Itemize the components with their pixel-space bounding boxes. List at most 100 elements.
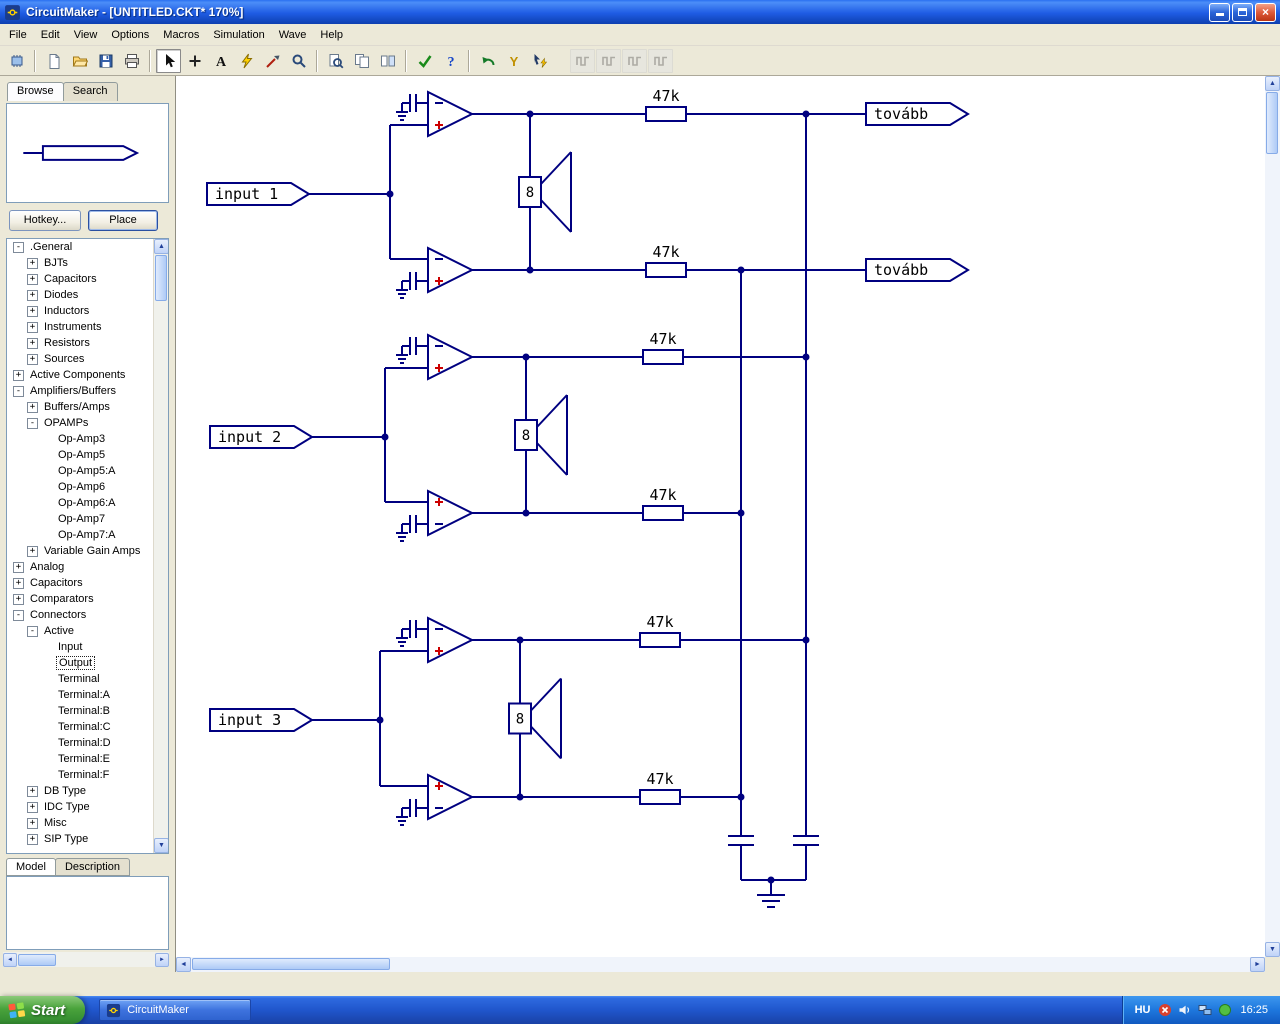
expand-icon[interactable]: + bbox=[13, 369, 24, 381]
save-file-button[interactable] bbox=[93, 49, 118, 73]
tree-item-amplifiers-buffers[interactable]: - Amplifiers/Buffers bbox=[7, 383, 153, 399]
scrollbar-thumb[interactable] bbox=[1266, 92, 1278, 154]
resistor[interactable] bbox=[642, 505, 684, 521]
hotkey-button[interactable]: Hotkey... bbox=[9, 210, 81, 231]
model-scrollbar[interactable]: ◄ ► bbox=[3, 952, 169, 967]
run-simulation-button[interactable] bbox=[234, 49, 259, 73]
scroll-up-arrow[interactable]: ▲ bbox=[1265, 76, 1280, 91]
speaker-cone[interactable] bbox=[530, 677, 562, 712]
tree-item-op-amp6-a[interactable]: Op-Amp6:A bbox=[7, 495, 153, 511]
tree-item-terminal[interactable]: Terminal bbox=[7, 671, 153, 687]
collapse-icon[interactable]: - bbox=[13, 241, 24, 253]
tree-item-buffers-amps[interactable]: + Buffers/Amps bbox=[7, 399, 153, 415]
opamp[interactable] bbox=[427, 90, 475, 138]
expand-icon[interactable]: + bbox=[27, 401, 38, 413]
menu-view[interactable]: View bbox=[67, 25, 105, 45]
menu-help[interactable]: Help bbox=[313, 25, 350, 45]
expand-icon[interactable]: + bbox=[27, 273, 38, 285]
tree-item-sip-type[interactable]: + SIP Type bbox=[7, 831, 153, 847]
menu-macros[interactable]: Macros bbox=[156, 25, 206, 45]
scroll-right-arrow[interactable]: ► bbox=[1250, 957, 1265, 972]
tree-item-diodes[interactable]: + Diodes bbox=[7, 287, 153, 303]
tree-item-op-amp5-a[interactable]: Op-Amp5:A bbox=[7, 463, 153, 479]
expand-icon[interactable]: + bbox=[27, 321, 38, 333]
undo-button[interactable] bbox=[475, 49, 500, 73]
tree-item-capacitors[interactable]: + Capacitors bbox=[7, 575, 153, 591]
wire-tool-button[interactable] bbox=[182, 49, 207, 73]
auto-wire-button[interactable] bbox=[527, 49, 552, 73]
zoom-page-button[interactable] bbox=[323, 49, 348, 73]
security-icon[interactable] bbox=[1158, 1003, 1172, 1017]
scroll-down-arrow[interactable]: ▼ bbox=[154, 838, 168, 853]
tree-item-op-amp7-a[interactable]: Op-Amp7:A bbox=[7, 527, 153, 543]
canvas-horizontal-scrollbar[interactable]: ◄ ► bbox=[176, 957, 1265, 972]
tree-item-analog[interactable]: + Analog bbox=[7, 559, 153, 575]
opamp[interactable] bbox=[427, 773, 475, 821]
tree-item-idc-type[interactable]: + IDC Type bbox=[7, 799, 153, 815]
tab-model[interactable]: Model bbox=[6, 858, 56, 876]
opamp[interactable] bbox=[427, 489, 475, 537]
start-button[interactable]: Start bbox=[0, 996, 86, 1024]
speaker-cone[interactable] bbox=[536, 394, 568, 428]
select-tool-button[interactable] bbox=[156, 48, 181, 73]
expand-icon[interactable]: + bbox=[27, 785, 38, 797]
expand-icon[interactable]: + bbox=[27, 305, 38, 317]
expand-icon[interactable]: + bbox=[27, 353, 38, 365]
scroll-left-arrow[interactable]: ◄ bbox=[176, 957, 191, 972]
scrollbar-thumb[interactable] bbox=[155, 255, 167, 301]
split-view-button[interactable] bbox=[375, 49, 400, 73]
menu-wave[interactable]: Wave bbox=[272, 25, 314, 45]
tree-item-capacitors[interactable]: + Capacitors bbox=[7, 271, 153, 287]
tree-item-misc[interactable]: + Misc bbox=[7, 815, 153, 831]
opamp[interactable] bbox=[427, 246, 475, 294]
tree-item-connectors[interactable]: - Connectors bbox=[7, 607, 153, 623]
menu-options[interactable]: Options bbox=[104, 25, 156, 45]
expand-icon[interactable]: + bbox=[27, 545, 38, 557]
tree-item-db-type[interactable]: + DB Type bbox=[7, 783, 153, 799]
tree-item-terminal-b[interactable]: Terminal:B bbox=[7, 703, 153, 719]
tree-item-input[interactable]: Input bbox=[7, 639, 153, 655]
volume-icon[interactable] bbox=[1178, 1003, 1192, 1017]
tree-item-comparators[interactable]: + Comparators bbox=[7, 591, 153, 607]
collapse-icon[interactable]: - bbox=[27, 625, 38, 637]
language-indicator[interactable]: HU bbox=[1135, 1004, 1151, 1016]
tree-scrollbar[interactable]: ▲ ▼ bbox=[153, 239, 168, 853]
collapse-icon[interactable]: - bbox=[27, 417, 38, 429]
tab-search[interactable]: Search bbox=[62, 82, 118, 101]
expand-icon[interactable]: + bbox=[13, 561, 24, 573]
tab-description[interactable]: Description bbox=[54, 858, 130, 876]
tree-item-variable-gain-amps[interactable]: + Variable Gain Amps bbox=[7, 543, 153, 559]
speaker-cone[interactable] bbox=[536, 442, 568, 476]
waveform-probe-button[interactable]: Y bbox=[501, 49, 526, 73]
design-check-button[interactable] bbox=[412, 49, 437, 73]
expand-icon[interactable]: + bbox=[27, 817, 38, 829]
status-icon[interactable] bbox=[1218, 1003, 1232, 1017]
minimize-button[interactable] bbox=[1209, 2, 1230, 22]
resistor[interactable] bbox=[639, 789, 681, 805]
tree-item-op-amp5[interactable]: Op-Amp5 bbox=[7, 447, 153, 463]
tree-item-instruments[interactable]: + Instruments bbox=[7, 319, 153, 335]
speaker-cone[interactable] bbox=[540, 199, 572, 233]
schematic-drawing[interactable]: 47k 47k 8 input 1 47k 47k 8 input 2 47k 47k 8 input… bbox=[176, 76, 1265, 957]
canvas-vertical-scrollbar[interactable]: ▲ ▼ bbox=[1265, 76, 1280, 957]
speaker-cone[interactable] bbox=[530, 725, 562, 760]
help-button[interactable]: ? bbox=[438, 49, 463, 73]
tree-item-opamps[interactable]: - OPAMPs bbox=[7, 415, 153, 431]
expand-icon[interactable]: + bbox=[13, 593, 24, 605]
open-file-button[interactable] bbox=[67, 49, 92, 73]
print-button[interactable] bbox=[119, 49, 144, 73]
tree-item-terminal-a[interactable]: Terminal:A bbox=[7, 687, 153, 703]
expand-icon[interactable]: + bbox=[13, 577, 24, 589]
menu-edit[interactable]: Edit bbox=[34, 25, 67, 45]
tree-item-terminal-f[interactable]: Terminal:F bbox=[7, 767, 153, 783]
resistor[interactable] bbox=[639, 632, 681, 648]
network-icon[interactable] bbox=[1198, 1003, 1212, 1017]
tree-item-terminal-d[interactable]: Terminal:D bbox=[7, 735, 153, 751]
place-button[interactable]: Place bbox=[88, 210, 158, 231]
opamp[interactable] bbox=[427, 333, 475, 381]
schematic-canvas[interactable]: 47k 47k 8 input 1 47k 47k 8 input 2 47k 47k 8 input… bbox=[176, 76, 1280, 972]
tree-item-inductors[interactable]: + Inductors bbox=[7, 303, 153, 319]
scrollbar-thumb[interactable] bbox=[192, 958, 390, 970]
expand-icon[interactable]: + bbox=[27, 801, 38, 813]
scroll-right-arrow[interactable]: ► bbox=[155, 952, 169, 967]
